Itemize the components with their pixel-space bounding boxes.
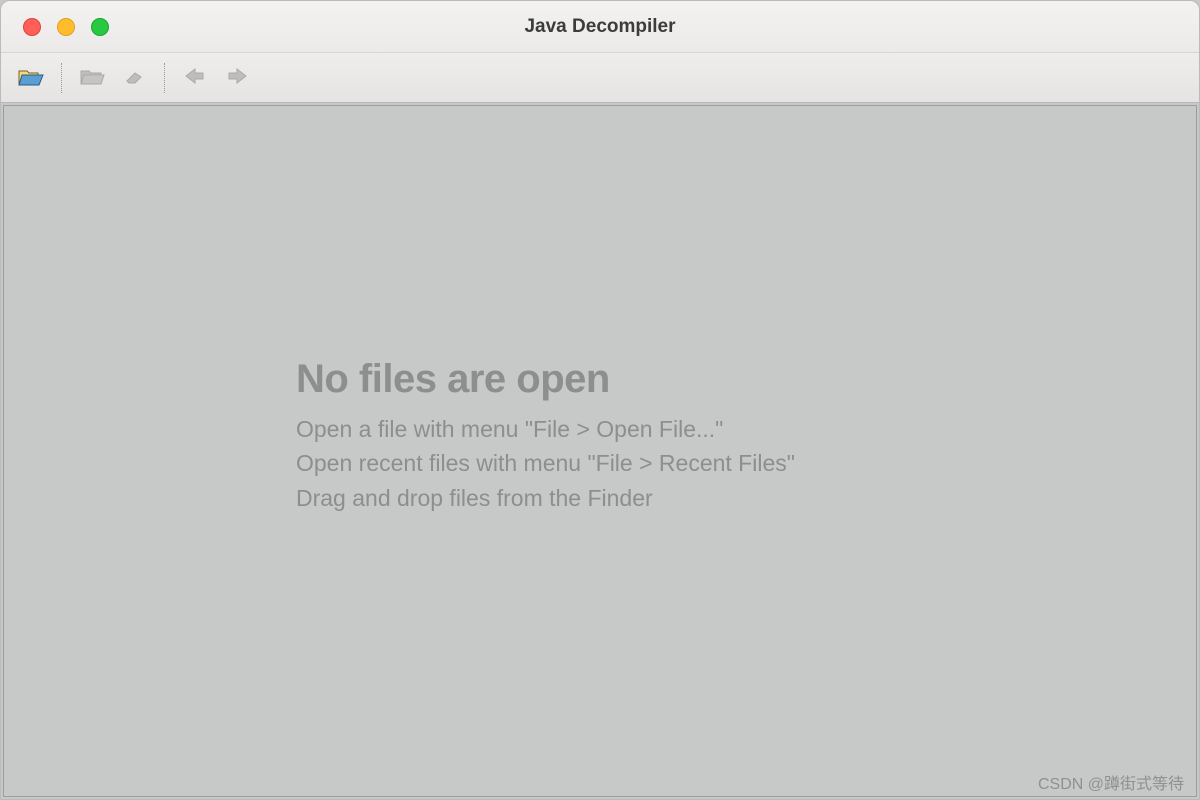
window-title: Java Decompiler <box>1 16 1199 38</box>
minimize-window-button[interactable] <box>57 18 75 36</box>
open-folder-icon <box>18 65 44 90</box>
open-type-button[interactable] <box>76 62 108 94</box>
back-button[interactable] <box>179 62 211 94</box>
search-button[interactable] <box>118 62 150 94</box>
empty-state-hint-1: Open a file with menu "File > Open File.… <box>296 412 1196 447</box>
empty-state-hint-2: Open recent files with menu "File > Rece… <box>296 446 1196 481</box>
open-file-button[interactable] <box>15 62 47 94</box>
toolbar-separator <box>164 63 165 93</box>
toolbar-separator <box>61 63 62 93</box>
titlebar[interactable]: Java Decompiler <box>1 1 1199 53</box>
empty-state-heading: No files are open <box>296 357 1196 402</box>
arrow-right-icon <box>225 66 249 89</box>
zoom-window-button[interactable] <box>91 18 109 36</box>
traffic-lights <box>1 18 109 36</box>
arrow-left-icon <box>183 66 207 89</box>
folder-icon <box>79 65 105 90</box>
forward-button[interactable] <box>221 62 253 94</box>
empty-state-hint-3: Drag and drop files from the Finder <box>296 481 1196 516</box>
app-window: Java Decompiler <box>0 0 1200 800</box>
main-content[interactable]: No files are open Open a file with menu … <box>3 105 1197 797</box>
toolbar <box>1 53 1199 103</box>
eraser-icon <box>121 65 147 90</box>
close-window-button[interactable] <box>23 18 41 36</box>
